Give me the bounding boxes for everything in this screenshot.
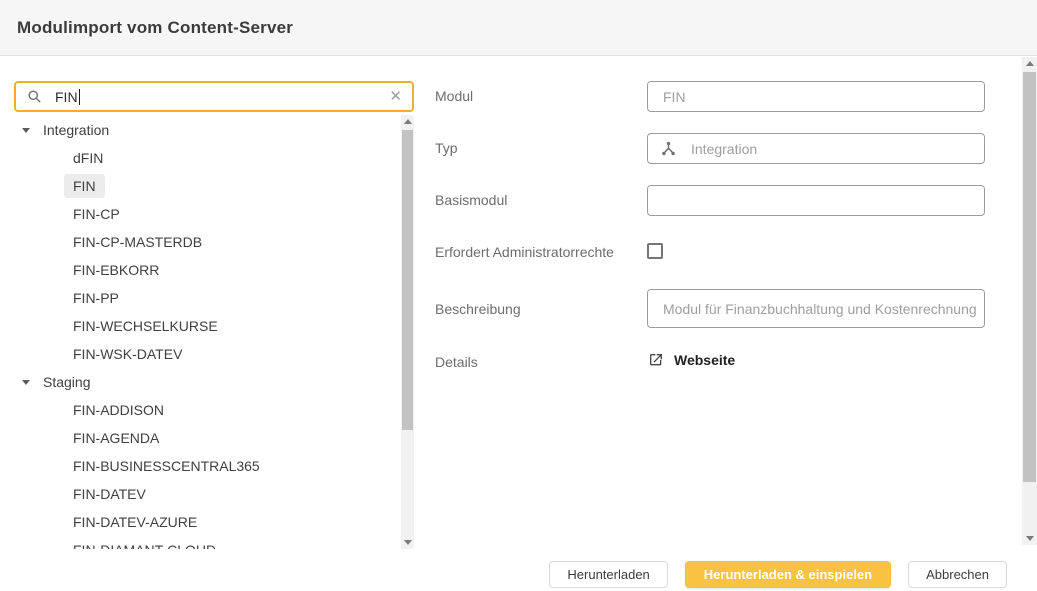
module-type-icon [660, 140, 677, 157]
modul-field[interactable]: FIN [647, 81, 985, 112]
beschreibung-field[interactable]: Modul für Finanzbuchhaltung und Kostenre… [647, 289, 985, 328]
tree-item[interactable]: FIN-AGENDA [0, 424, 400, 452]
download-and-install-button[interactable]: Herunterladen & einspielen [685, 561, 891, 588]
tree-item[interactable]: FIN-BUSINESSCENTRAL365 [0, 452, 400, 480]
dialog-header: Modulimport vom Content-Server [0, 0, 1037, 56]
external-link-icon [648, 352, 664, 368]
search-input[interactable]: FIN ✕ [14, 81, 414, 112]
download-button[interactable]: Herunterladen [549, 561, 667, 588]
tree-group-integration[interactable]: Integration [0, 116, 400, 144]
module-tree: Integration dFIN FIN FIN-CP FIN-CP-MASTE… [0, 116, 400, 549]
webseite-link-label: Webseite [674, 352, 735, 368]
tree-item[interactable]: FIN-WECHSELKURSE [0, 312, 400, 340]
tree-item-selected[interactable]: FIN [0, 172, 400, 200]
clear-search-icon[interactable]: ✕ [389, 89, 402, 104]
tree-item[interactable]: FIN-DATEV-AZURE [0, 508, 400, 536]
scroll-down-icon[interactable] [401, 536, 414, 549]
search-icon [27, 89, 42, 104]
modul-label: Modul [435, 88, 473, 104]
beschreibung-label: Beschreibung [435, 301, 521, 317]
admin-label: Erfordert Administratorrechte [435, 244, 614, 260]
list-scrollbar[interactable] [401, 115, 414, 549]
typ-field[interactable]: Integration [647, 133, 985, 164]
collapse-icon[interactable] [22, 380, 30, 385]
tree-item[interactable]: FIN-WSK-DATEV [0, 340, 400, 368]
tree-item[interactable]: FIN-PP [0, 284, 400, 312]
cancel-button[interactable]: Abbrechen [908, 561, 1007, 588]
tree-item[interactable]: FIN-ADDISON [0, 396, 400, 424]
tree-item[interactable]: FIN-CP [0, 200, 400, 228]
footer-actions: Herunterladen Herunterladen & einspielen… [549, 560, 1007, 588]
tree-group-staging[interactable]: Staging [0, 368, 400, 396]
tree-item[interactable]: FIN-EBKORR [0, 256, 400, 284]
dialog-title: Modulimport vom Content-Server [17, 0, 293, 56]
scroll-up-icon[interactable] [1022, 57, 1037, 70]
basismodul-label: Basismodul [435, 192, 507, 208]
tree-item[interactable]: FIN-DATEV [0, 480, 400, 508]
tree-item[interactable]: dFIN [0, 144, 400, 172]
dialog-scrollbar-thumb[interactable] [1023, 72, 1036, 482]
modul-value: FIN [663, 89, 686, 105]
typ-value: Integration [691, 141, 757, 157]
tree-item[interactable]: FIN-DIAMANT-CLOUD [0, 536, 400, 549]
list-scrollbar-thumb[interactable] [402, 130, 413, 430]
webseite-link[interactable]: Webseite [648, 352, 735, 368]
scroll-up-icon[interactable] [401, 115, 414, 128]
basismodul-field[interactable] [647, 185, 985, 216]
admin-checkbox[interactable] [647, 243, 663, 259]
modulimport-dialog: Modulimport vom Content-Server FIN ✕ Int… [0, 0, 1037, 591]
tree-item[interactable]: FIN-CP-MASTERDB [0, 228, 400, 256]
typ-label: Typ [435, 140, 458, 156]
dialog-scrollbar[interactable] [1022, 57, 1037, 545]
text-caret [79, 89, 80, 105]
beschreibung-value: Modul für Finanzbuchhaltung und Kostenre… [663, 301, 977, 317]
details-label: Details [435, 354, 478, 370]
search-value: FIN [55, 89, 78, 105]
collapse-icon[interactable] [22, 128, 30, 133]
scroll-down-icon[interactable] [1022, 532, 1037, 545]
